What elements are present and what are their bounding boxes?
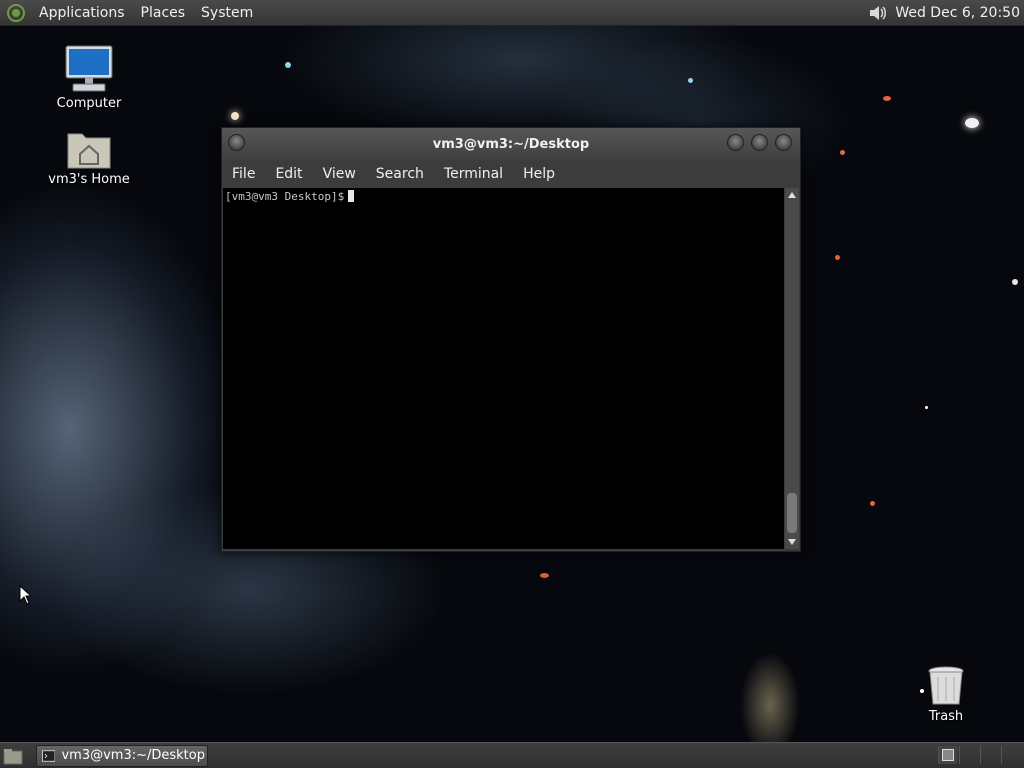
- window-title: vm3@vm3:~/Desktop: [432, 136, 590, 152]
- star: [540, 573, 549, 578]
- close-button[interactable]: [775, 134, 792, 151]
- menu-applications[interactable]: Applications: [39, 5, 125, 21]
- star: [1012, 279, 1018, 285]
- maximize-button[interactable]: [751, 134, 768, 151]
- trash-icon: [928, 666, 964, 705]
- scroll-up-arrow-icon[interactable]: [788, 192, 796, 198]
- taskbar-button-terminal[interactable]: vm3@vm3:~/Desktop: [36, 744, 208, 767]
- menu-places[interactable]: Places: [141, 5, 186, 21]
- terminal-scrollbar[interactable]: [785, 188, 799, 549]
- terminal-area[interactable]: [vm3@vm3 Desktop]$: [223, 188, 784, 549]
- shell-prompt: [vm3@vm3 Desktop]$: [225, 190, 345, 203]
- star: [883, 96, 891, 101]
- desktop-icon-trash[interactable]: Trash: [918, 665, 974, 724]
- scrollbar-thumb[interactable]: [787, 493, 797, 533]
- star: [231, 112, 239, 120]
- terminal-window[interactable]: vm3@vm3:~/Desktop File Edit View Search …: [221, 127, 801, 552]
- scroll-down-arrow-icon[interactable]: [788, 539, 796, 545]
- workspace-3[interactable]: [980, 746, 999, 764]
- menu-view[interactable]: View: [313, 166, 366, 182]
- mouse-pointer-icon: [19, 585, 31, 605]
- star: [965, 118, 979, 128]
- distro-logo-icon[interactable]: [7, 3, 25, 22]
- window-titlebar[interactable]: vm3@vm3:~/Desktop: [222, 128, 800, 160]
- star: [840, 150, 845, 155]
- volume-icon[interactable]: [867, 3, 889, 23]
- desktop-icon-label: Trash: [928, 709, 964, 724]
- text-cursor: [348, 190, 355, 202]
- computer-icon: [65, 45, 113, 92]
- star: [925, 406, 928, 409]
- home-folder-icon: [67, 133, 111, 169]
- minimize-button[interactable]: [727, 134, 744, 151]
- star: [688, 78, 693, 83]
- clock[interactable]: Wed Dec 6, 20:50: [895, 5, 1020, 21]
- menu-terminal[interactable]: Terminal: [434, 166, 513, 182]
- workspace-4[interactable]: [1001, 746, 1020, 764]
- workspace-1[interactable]: [938, 746, 957, 764]
- window-menu-button[interactable]: [228, 134, 245, 151]
- show-desktop-icon[interactable]: [2, 746, 24, 766]
- desktop-icon-label: Computer: [56, 96, 122, 111]
- bottom-panel: vm3@vm3:~/Desktop: [0, 742, 1024, 768]
- menu-edit[interactable]: Edit: [265, 166, 312, 182]
- terminal-prompt-line: [vm3@vm3 Desktop]$: [225, 190, 355, 203]
- menu-search[interactable]: Search: [366, 166, 434, 182]
- taskbar-button-label: vm3@vm3:~/Desktop: [61, 748, 205, 763]
- terminal-menubar: File Edit View Search Terminal Help: [222, 160, 800, 188]
- menu-help[interactable]: Help: [513, 166, 565, 182]
- star: [835, 255, 840, 260]
- desktop-icon-home[interactable]: vm3's Home: [44, 128, 134, 187]
- menu-system[interactable]: System: [201, 5, 253, 21]
- star: [285, 62, 291, 68]
- top-panel: Applications Places System Wed Dec 6, 20…: [0, 0, 1024, 26]
- menu-file[interactable]: File: [222, 166, 265, 182]
- desktop-icon-label: vm3's Home: [48, 172, 130, 187]
- workspace-window-thumb: [942, 749, 954, 761]
- workspace-2[interactable]: [959, 746, 978, 764]
- desktop-icon-computer[interactable]: Computer: [50, 44, 128, 111]
- top-panel-tray: Wed Dec 6, 20:50: [867, 0, 1020, 25]
- star: [870, 501, 875, 506]
- terminal-icon: [42, 749, 56, 762]
